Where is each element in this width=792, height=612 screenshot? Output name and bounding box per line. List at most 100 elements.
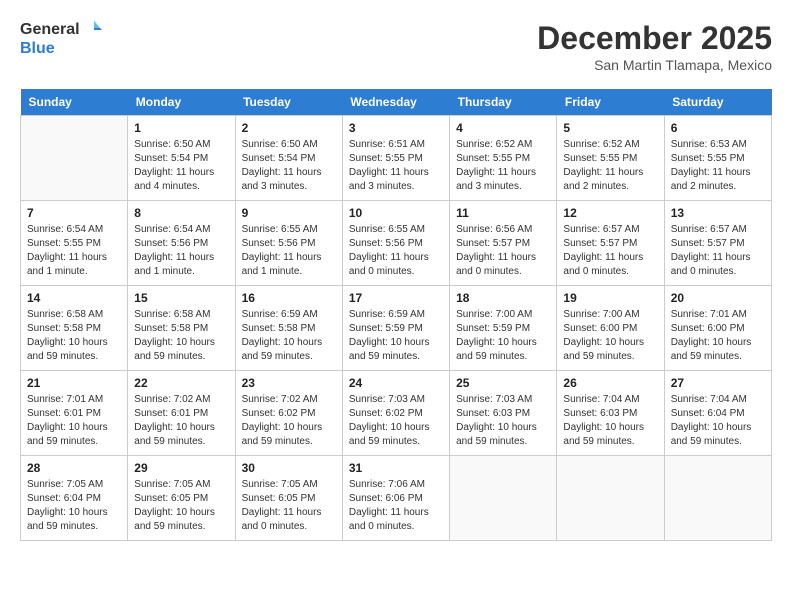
day-number: 10: [349, 206, 443, 220]
day-number: 19: [563, 291, 657, 305]
day-number: 24: [349, 376, 443, 390]
day-number: 12: [563, 206, 657, 220]
day-number: 21: [27, 376, 121, 390]
weekday-header-saturday: Saturday: [664, 89, 771, 116]
day-info: Sunrise: 7:06 AM Sunset: 6:06 PM Dayligh…: [349, 478, 443, 534]
day-info: Sunrise: 6:54 AM Sunset: 5:55 PM Dayligh…: [27, 223, 121, 279]
day-info: Sunrise: 7:05 AM Sunset: 6:05 PM Dayligh…: [134, 478, 228, 534]
calendar-cell: 31 Sunrise: 7:06 AM Sunset: 6:06 PM Dayli…: [342, 456, 449, 541]
calendar-cell: 26 Sunrise: 7:04 AM Sunset: 6:03 PM Dayli…: [557, 371, 664, 456]
day-number: 28: [27, 461, 121, 475]
day-info: Sunrise: 6:55 AM Sunset: 5:56 PM Dayligh…: [349, 223, 443, 279]
day-number: 22: [134, 376, 228, 390]
day-number: 11: [456, 206, 550, 220]
day-number: 20: [671, 291, 765, 305]
day-number: 30: [242, 461, 336, 475]
day-info: Sunrise: 6:59 AM Sunset: 5:59 PM Dayligh…: [349, 308, 443, 364]
day-info: Sunrise: 7:02 AM Sunset: 6:02 PM Dayligh…: [242, 393, 336, 449]
day-info: Sunrise: 7:01 AM Sunset: 6:00 PM Dayligh…: [671, 308, 765, 364]
calendar-cell: 22Sunrise: 7:02 AM Sunset: 6:01 PM Dayli…: [128, 371, 235, 456]
calendar-cell: 27Sunrise: 7:04 AM Sunset: 6:04 PM Dayli…: [664, 371, 771, 456]
calendar-cell: 17 Sunrise: 6:59 AM Sunset: 5:59 PM Dayli…: [342, 286, 449, 371]
day-number: 7: [27, 206, 121, 220]
calendar-cell: [450, 456, 557, 541]
day-number: 4: [456, 121, 550, 135]
calendar-week-row: 28Sunrise: 7:05 AM Sunset: 6:04 PM Dayli…: [21, 456, 772, 541]
weekday-header-sunday: Sunday: [21, 89, 128, 116]
calendar-week-row: 7 Sunrise: 6:54 AM Sunset: 5:55 PM Daylig…: [21, 201, 772, 286]
calendar-cell: 5Sunrise: 6:52 AM Sunset: 5:55 PM Daylig…: [557, 116, 664, 201]
logo-general: General: [20, 21, 80, 39]
day-info: Sunrise: 6:54 AM Sunset: 5:56 PM Dayligh…: [134, 223, 228, 279]
day-info: Sunrise: 6:56 AM Sunset: 5:57 PM Dayligh…: [456, 223, 550, 279]
day-number: 9: [242, 206, 336, 220]
calendar-cell: 18 Sunrise: 7:00 AM Sunset: 5:59 PM Dayli…: [450, 286, 557, 371]
calendar-week-row: 14 Sunrise: 6:58 AM Sunset: 5:58 PM Dayli…: [21, 286, 772, 371]
day-info: Sunrise: 6:52 AM Sunset: 5:55 PM Dayligh…: [456, 138, 550, 194]
day-info: Sunrise: 7:05 AM Sunset: 6:05 PM Dayligh…: [242, 478, 336, 534]
logo-bird-icon: [82, 20, 102, 40]
calendar-cell: 1 Sunrise: 6:50 AM Sunset: 5:54 PM Daylig…: [128, 116, 235, 201]
calendar-cell: 24 Sunrise: 7:03 AM Sunset: 6:02 PM Dayli…: [342, 371, 449, 456]
calendar-cell: 30 Sunrise: 7:05 AM Sunset: 6:05 PM Dayli…: [235, 456, 342, 541]
calendar-cell: 9 Sunrise: 6:55 AM Sunset: 5:56 PM Daylig…: [235, 201, 342, 286]
page-header: General Blue December 2025 San Martin Tl…: [20, 20, 772, 73]
day-number: 29: [134, 461, 228, 475]
calendar-cell: 3Sunrise: 6:51 AM Sunset: 5:55 PM Daylig…: [342, 116, 449, 201]
weekday-header-thursday: Thursday: [450, 89, 557, 116]
day-info: Sunrise: 7:03 AM Sunset: 6:02 PM Dayligh…: [349, 393, 443, 449]
calendar-week-row: 21Sunrise: 7:01 AM Sunset: 6:01 PM Dayli…: [21, 371, 772, 456]
calendar-cell: 29 Sunrise: 7:05 AM Sunset: 6:05 PM Dayli…: [128, 456, 235, 541]
calendar-cell: 20 Sunrise: 7:01 AM Sunset: 6:00 PM Dayli…: [664, 286, 771, 371]
title-block: December 2025 San Martin Tlamapa, Mexico: [537, 20, 772, 73]
day-info: Sunrise: 6:55 AM Sunset: 5:56 PM Dayligh…: [242, 223, 336, 279]
calendar-cell: 2 Sunrise: 6:50 AM Sunset: 5:54 PM Daylig…: [235, 116, 342, 201]
calendar-cell: 11 Sunrise: 6:56 AM Sunset: 5:57 PM Dayli…: [450, 201, 557, 286]
calendar-cell: 14 Sunrise: 6:58 AM Sunset: 5:58 PM Dayli…: [21, 286, 128, 371]
weekday-header-monday: Monday: [128, 89, 235, 116]
weekday-header-wednesday: Wednesday: [342, 89, 449, 116]
day-info: Sunrise: 7:03 AM Sunset: 6:03 PM Dayligh…: [456, 393, 550, 449]
day-number: 26: [563, 376, 657, 390]
day-number: 8: [134, 206, 228, 220]
calendar-cell: 13Sunrise: 6:57 AM Sunset: 5:57 PM Dayli…: [664, 201, 771, 286]
weekday-header-friday: Friday: [557, 89, 664, 116]
day-info: Sunrise: 7:00 AM Sunset: 5:59 PM Dayligh…: [456, 308, 550, 364]
calendar-cell: 7 Sunrise: 6:54 AM Sunset: 5:55 PM Daylig…: [21, 201, 128, 286]
calendar-cell: 15 Sunrise: 6:58 AM Sunset: 5:58 PM Dayli…: [128, 286, 235, 371]
day-info: Sunrise: 6:51 AM Sunset: 5:55 PM Dayligh…: [349, 138, 443, 194]
day-info: Sunrise: 6:50 AM Sunset: 5:54 PM Dayligh…: [134, 138, 228, 194]
calendar-table: SundayMondayTuesdayWednesdayThursdayFrid…: [20, 89, 772, 541]
day-number: 14: [27, 291, 121, 305]
day-info: Sunrise: 6:58 AM Sunset: 5:58 PM Dayligh…: [27, 308, 121, 364]
calendar-cell: 4 Sunrise: 6:52 AM Sunset: 5:55 PM Daylig…: [450, 116, 557, 201]
day-number: 5: [563, 121, 657, 135]
calendar-cell: 6Sunrise: 6:53 AM Sunset: 5:55 PM Daylig…: [664, 116, 771, 201]
calendar-cell: 8 Sunrise: 6:54 AM Sunset: 5:56 PM Daylig…: [128, 201, 235, 286]
day-info: Sunrise: 7:04 AM Sunset: 6:03 PM Dayligh…: [563, 393, 657, 449]
day-number: 25: [456, 376, 550, 390]
day-number: 1: [134, 121, 228, 135]
day-info: Sunrise: 6:58 AM Sunset: 5:58 PM Dayligh…: [134, 308, 228, 364]
day-number: 23: [242, 376, 336, 390]
calendar-cell: 16Sunrise: 6:59 AM Sunset: 5:58 PM Dayli…: [235, 286, 342, 371]
day-info: Sunrise: 6:57 AM Sunset: 5:57 PM Dayligh…: [563, 223, 657, 279]
calendar-cell: 19 Sunrise: 7:00 AM Sunset: 6:00 PM Dayli…: [557, 286, 664, 371]
calendar-cell: 28Sunrise: 7:05 AM Sunset: 6:04 PM Dayli…: [21, 456, 128, 541]
calendar-cell: 10 Sunrise: 6:55 AM Sunset: 5:56 PM Dayli…: [342, 201, 449, 286]
day-info: Sunrise: 7:04 AM Sunset: 6:04 PM Dayligh…: [671, 393, 765, 449]
day-number: 31: [349, 461, 443, 475]
calendar-cell: [664, 456, 771, 541]
day-info: Sunrise: 6:57 AM Sunset: 5:57 PM Dayligh…: [671, 223, 765, 279]
day-number: 6: [671, 121, 765, 135]
day-number: 18: [456, 291, 550, 305]
day-info: Sunrise: 7:00 AM Sunset: 6:00 PM Dayligh…: [563, 308, 657, 364]
day-info: Sunrise: 6:59 AM Sunset: 5:58 PM Dayligh…: [242, 308, 336, 364]
day-number: 17: [349, 291, 443, 305]
calendar-cell: 25 Sunrise: 7:03 AM Sunset: 6:03 PM Dayli…: [450, 371, 557, 456]
day-info: Sunrise: 6:50 AM Sunset: 5:54 PM Dayligh…: [242, 138, 336, 194]
day-number: 15: [134, 291, 228, 305]
location-subtitle: San Martin Tlamapa, Mexico: [537, 57, 772, 73]
day-number: 2: [242, 121, 336, 135]
calendar-cell: [557, 456, 664, 541]
